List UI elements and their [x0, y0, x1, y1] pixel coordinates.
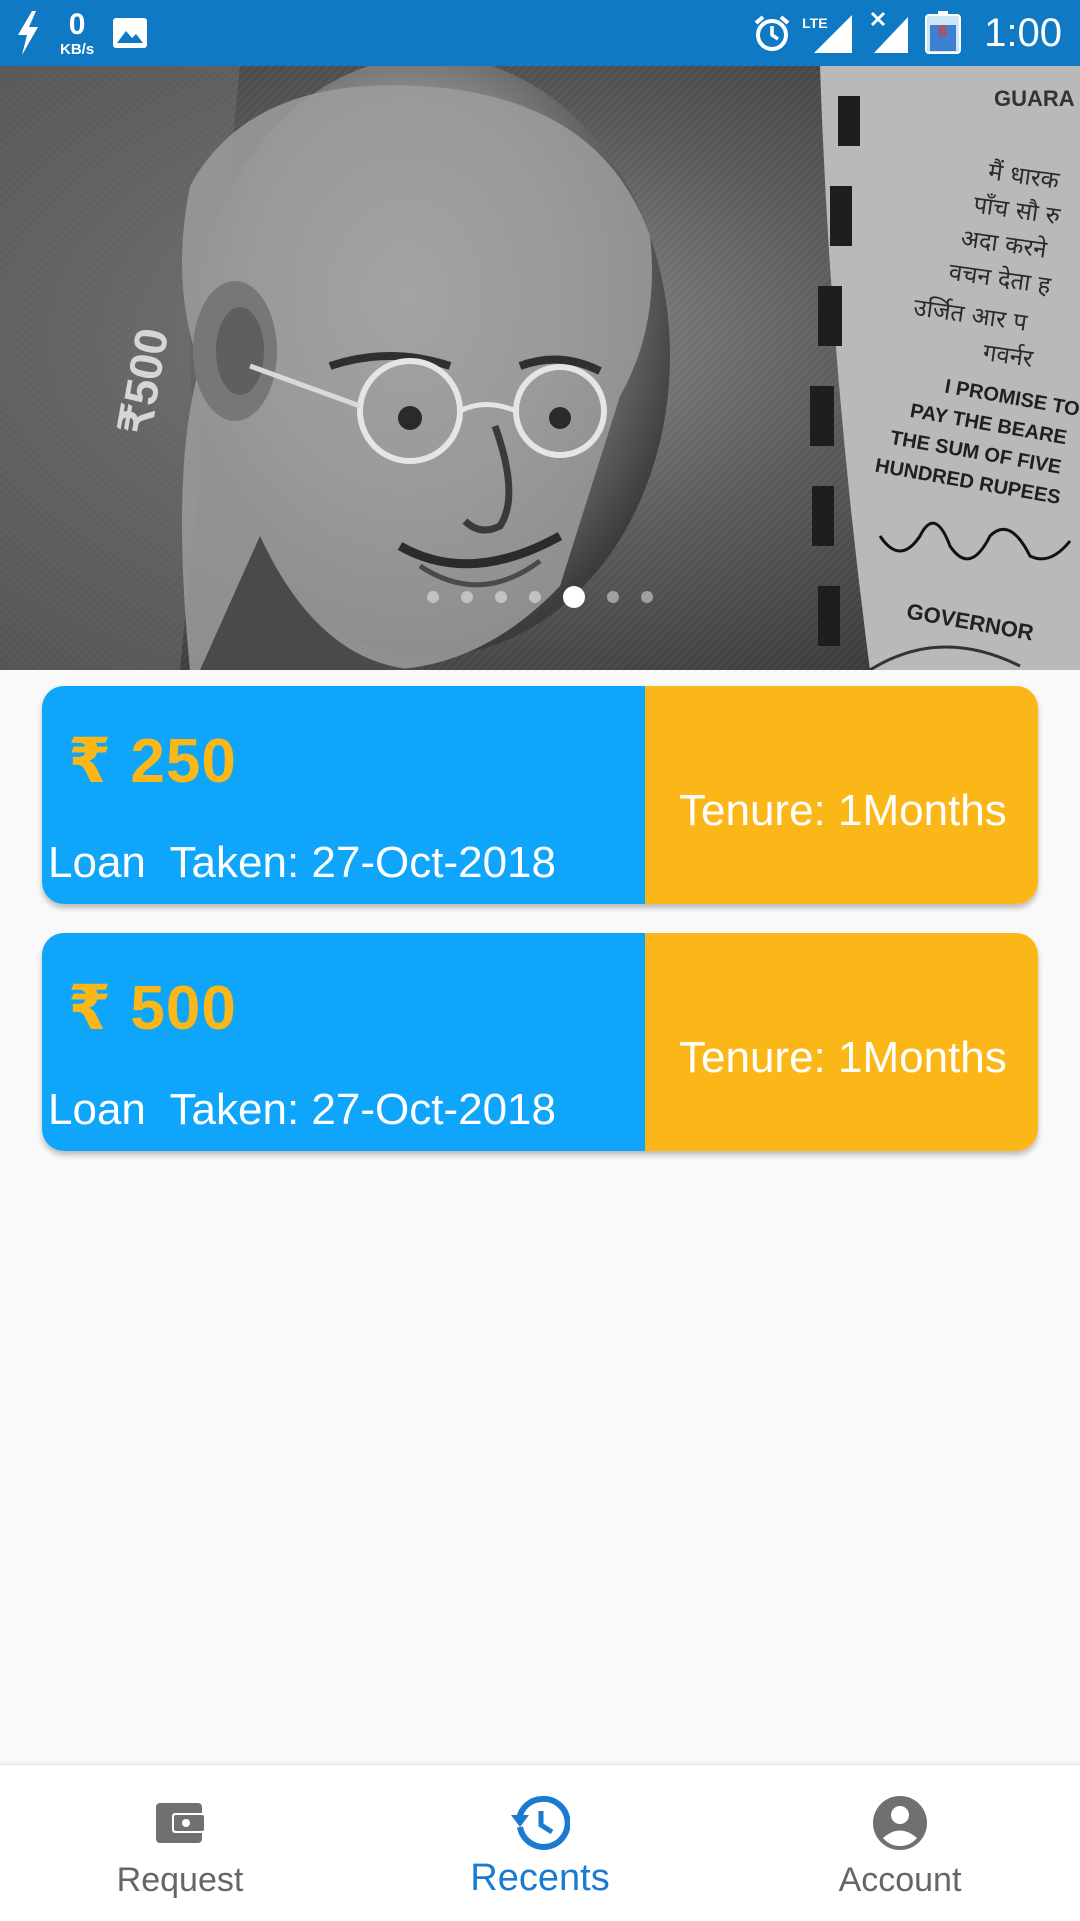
banknote-image: ₹500 GUARA मैं धारक पाँच सौ रु अदा करने … — [0, 66, 1080, 670]
carousel-dot[interactable] — [607, 591, 619, 603]
nav-label: Account — [838, 1861, 962, 1899]
loan-card-tenure-panel: Tenure: 1Months — [645, 686, 1038, 904]
loan-taken-date: Loan Taken: 27-Oct-2018 — [48, 1085, 556, 1134]
bottom-navigation: Request Recents Account — [0, 1764, 1080, 1921]
network-speed-value: 0 — [68, 7, 86, 41]
no-sim-signal-icon — [871, 11, 909, 53]
loan-taken-date: Loan Taken: 27-Oct-2018 — [48, 838, 556, 887]
loan-amount: ₹ 250 — [68, 727, 237, 796]
battery-level: 6 — [938, 23, 948, 40]
wallet-icon — [156, 1803, 206, 1843]
alarm-clock-icon — [754, 15, 790, 51]
nav-label: Request — [116, 1861, 244, 1899]
battery-indicator: 6 — [924, 11, 964, 55]
nav-item-request[interactable]: Request — [0, 1765, 360, 1921]
nav-label: Recents — [470, 1857, 610, 1899]
image-notification-icon — [113, 18, 148, 48]
lte-signal-indicator: LTE — [802, 11, 856, 55]
loan-card-tenure-panel: Tenure: 1Months — [645, 933, 1038, 1151]
carousel-dot[interactable] — [427, 591, 439, 603]
clock-time: 1:00 — [984, 10, 1062, 55]
loan-amount: ₹ 500 — [68, 974, 237, 1043]
carousel-indicator — [0, 586, 1080, 608]
carousel-dot[interactable] — [461, 591, 473, 603]
carousel-dot[interactable] — [529, 591, 541, 603]
loan-tenure: Tenure: 1Months — [679, 786, 1007, 835]
signal-strength-icon — [814, 15, 853, 53]
history-icon — [511, 1795, 570, 1850]
loan-card-amount-panel: ₹ 250 Loan Taken: 27-Oct-2018 — [42, 686, 645, 904]
banner-carousel[interactable]: ₹500 GUARA मैं धारक पाँच सौ रु अदा करने … — [0, 66, 1080, 670]
carousel-dot[interactable] — [641, 591, 653, 603]
loan-tenure: Tenure: 1Months — [679, 1033, 1007, 1082]
banner-guarantee-text: GUARA — [994, 86, 1075, 111]
loan-card[interactable]: ₹ 250 Loan Taken: 27-Oct-2018 Tenure: 1M… — [42, 686, 1038, 904]
loan-card-amount-panel: ₹ 500 Loan Taken: 27-Oct-2018 — [42, 933, 645, 1151]
account-circle-icon — [873, 1796, 927, 1850]
nav-item-account[interactable]: Account — [720, 1765, 1080, 1921]
carousel-dot-active[interactable] — [563, 586, 585, 608]
charging-bolt-icon — [18, 11, 38, 55]
status-bar: 0 KB/s LTE 6 1:00 — [0, 0, 1080, 66]
network-speed-unit: KB/s — [60, 40, 95, 58]
nav-item-recents[interactable]: Recents — [360, 1765, 720, 1921]
loan-card[interactable]: ₹ 500 Loan Taken: 27-Oct-2018 Tenure: 1M… — [42, 933, 1038, 1151]
carousel-dot[interactable] — [495, 591, 507, 603]
network-speed-indicator: 0 KB/s — [60, 7, 95, 58]
